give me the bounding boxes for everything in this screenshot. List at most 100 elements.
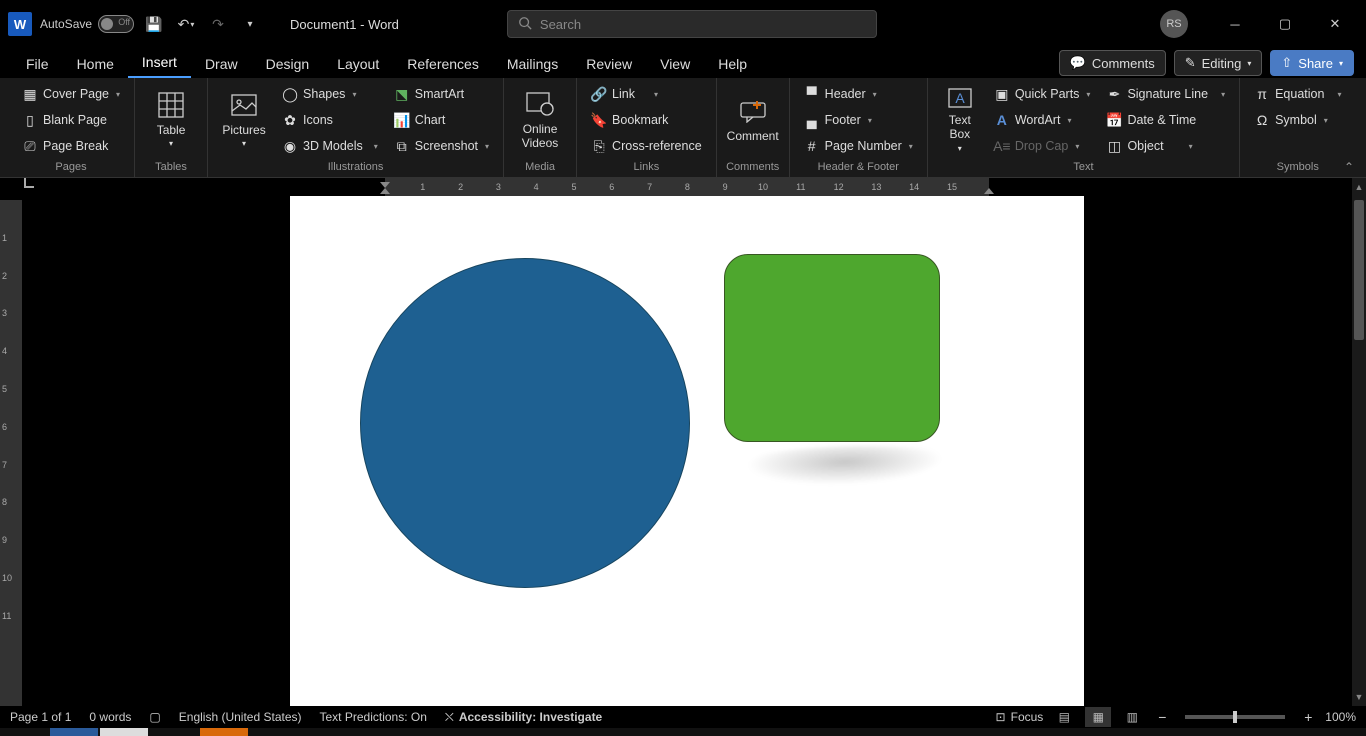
object-icon: ◫ (1106, 138, 1122, 154)
date-time-button[interactable]: 📅Date & Time (1100, 108, 1231, 132)
tab-draw[interactable]: Draw (191, 52, 252, 78)
comments-button[interactable]: 💬Comments (1059, 50, 1166, 76)
tab-mailings[interactable]: Mailings (493, 52, 572, 78)
tab-references[interactable]: References (393, 52, 493, 78)
collapse-ribbon-icon[interactable]: ⌃ (1344, 160, 1354, 174)
drop-cap-button[interactable]: A≡Drop Cap▾ (988, 134, 1097, 158)
status-accessibility[interactable]: ⛌Accessibility: Investigate (445, 710, 602, 725)
pencil-icon: ✎ (1185, 55, 1196, 71)
print-layout-icon[interactable]: ▦ (1085, 707, 1111, 727)
cross-reference-icon: ⎘ (591, 138, 607, 154)
tab-design[interactable]: Design (252, 52, 324, 78)
table-button[interactable]: Table▾ (143, 82, 199, 156)
signature-icon: ✒ (1106, 86, 1122, 102)
cover-page-icon: ▦ (22, 86, 38, 102)
status-language[interactable]: English (United States) (179, 710, 302, 724)
icons-icon: ✿ (282, 112, 298, 128)
web-layout-icon[interactable]: ▥ (1119, 707, 1145, 727)
tab-home[interactable]: Home (63, 52, 128, 78)
page-number-button[interactable]: #Page Number▾ (798, 134, 919, 158)
symbol-button[interactable]: ΩSymbol▾ (1248, 108, 1347, 132)
group-symbols: πEquation▾ ΩSymbol▾ Symbols (1240, 78, 1355, 177)
page[interactable] (290, 196, 1084, 706)
toggle-switch[interactable]: Off (98, 15, 134, 33)
quick-parts-button[interactable]: ▣Quick Parts▾ (988, 82, 1097, 106)
editing-mode-button[interactable]: ✎Editing▾ (1174, 50, 1263, 76)
tab-view[interactable]: View (646, 52, 704, 78)
tab-insert[interactable]: Insert (128, 50, 191, 78)
header-button[interactable]: ▀Header▾ (798, 82, 919, 106)
tab-file[interactable]: File (12, 52, 63, 78)
pictures-icon (228, 89, 260, 121)
object-button[interactable]: ◫Object▾ (1100, 134, 1231, 158)
shape-shadow (718, 446, 991, 486)
text-box-button[interactable]: A Text Box▾ (936, 82, 984, 156)
group-tables: Table▾ Tables (135, 78, 208, 177)
horizontal-ruler[interactable]: 123456789101112131415 (22, 178, 1366, 196)
status-words[interactable]: 0 words (89, 710, 131, 724)
icons-button[interactable]: ✿Icons (276, 108, 384, 132)
3d-models-button[interactable]: ◉3D Models▾ (276, 134, 384, 158)
shapes-button[interactable]: ◯Shapes▾ (276, 82, 384, 106)
share-icon: ⇧ (1281, 55, 1292, 71)
group-links: 🔗Link▾ 🔖Bookmark ⎘Cross-reference Links (577, 78, 717, 177)
document-title: Document1 - Word (290, 17, 399, 32)
tab-help[interactable]: Help (704, 52, 761, 78)
bookmark-button[interactable]: 🔖Bookmark (585, 108, 708, 132)
maximize-button[interactable]: ▢ (1262, 8, 1308, 40)
zoom-level[interactable]: 100% (1325, 710, 1356, 724)
status-predictions[interactable]: Text Predictions: On (320, 710, 427, 724)
scroll-down-arrow[interactable]: ▼ (1352, 690, 1366, 704)
autosave-toggle[interactable]: AutoSave Off (40, 15, 134, 33)
group-illustrations: Pictures▾ ◯Shapes▾ ✿Icons ◉3D Models▾ ⬔S… (208, 78, 504, 177)
close-button[interactable]: ✕ (1312, 8, 1358, 40)
undo-icon[interactable]: ↶▾ (174, 12, 198, 36)
save-icon[interactable]: 💾 (142, 12, 166, 36)
share-button[interactable]: ⇧Share▾ (1270, 50, 1354, 76)
ribbon-tabs: FileHomeInsertDrawDesignLayoutReferences… (0, 48, 1366, 78)
scroll-up-arrow[interactable]: ▲ (1352, 180, 1366, 194)
online-videos-icon (524, 88, 556, 120)
equation-button[interactable]: πEquation▾ (1248, 82, 1347, 106)
blank-page-button[interactable]: ▯Blank Page (16, 108, 126, 132)
qat-customize-icon[interactable]: ▾ (238, 12, 262, 36)
read-mode-icon[interactable]: ▤ (1051, 707, 1077, 727)
zoom-slider-thumb[interactable] (1233, 711, 1237, 723)
vertical-ruler[interactable]: 1234567891011 (0, 196, 22, 706)
scroll-thumb[interactable] (1354, 200, 1364, 340)
search-icon (518, 16, 532, 33)
link-button[interactable]: 🔗Link▾ (585, 82, 708, 106)
vertical-scrollbar[interactable]: ▲ ▼ (1352, 178, 1366, 706)
footer-button[interactable]: ▄Footer▾ (798, 108, 919, 132)
status-page[interactable]: Page 1 of 1 (10, 710, 71, 724)
screenshot-button[interactable]: ⧉Screenshot▾ (388, 134, 495, 158)
document-area[interactable] (22, 196, 1352, 706)
minimize-button[interactable]: ─ (1212, 8, 1258, 40)
wordart-button[interactable]: AWordArt▾ (988, 108, 1097, 132)
zoom-in-button[interactable]: + (1299, 708, 1317, 726)
tab-layout[interactable]: Layout (323, 52, 393, 78)
shape-oval-blue[interactable] (360, 258, 690, 588)
shape-rounded-rect-green[interactable] (724, 254, 940, 442)
chart-button[interactable]: 📊Chart (388, 108, 495, 132)
cross-reference-button[interactable]: ⎘Cross-reference (585, 134, 708, 158)
search-input[interactable]: Search (507, 10, 877, 38)
online-videos-button[interactable]: Online Videos (512, 82, 568, 156)
user-avatar[interactable]: RS (1160, 10, 1188, 38)
left-indent-marker[interactable] (380, 178, 390, 194)
cover-page-button[interactable]: ▦Cover Page▾ (16, 82, 126, 106)
focus-mode-button[interactable]: ⊡Focus (996, 710, 1044, 724)
signature-line-button[interactable]: ✒Signature Line▾ (1100, 82, 1231, 106)
redo-icon[interactable]: ↷ (206, 12, 230, 36)
page-break-button[interactable]: ⎚Page Break (16, 134, 126, 158)
right-indent-marker[interactable] (984, 178, 994, 194)
page-break-icon: ⎚ (22, 138, 38, 154)
tab-review[interactable]: Review (572, 52, 646, 78)
zoom-out-button[interactable]: − (1153, 708, 1171, 726)
smartart-button[interactable]: ⬔SmartArt (388, 82, 495, 106)
comment-button[interactable]: Comment (725, 82, 781, 156)
pictures-button[interactable]: Pictures▾ (216, 82, 272, 156)
zoom-slider[interactable] (1185, 715, 1285, 719)
taskbar-sliver (0, 728, 1366, 736)
status-spellcheck-icon[interactable]: ▢ (149, 710, 160, 724)
